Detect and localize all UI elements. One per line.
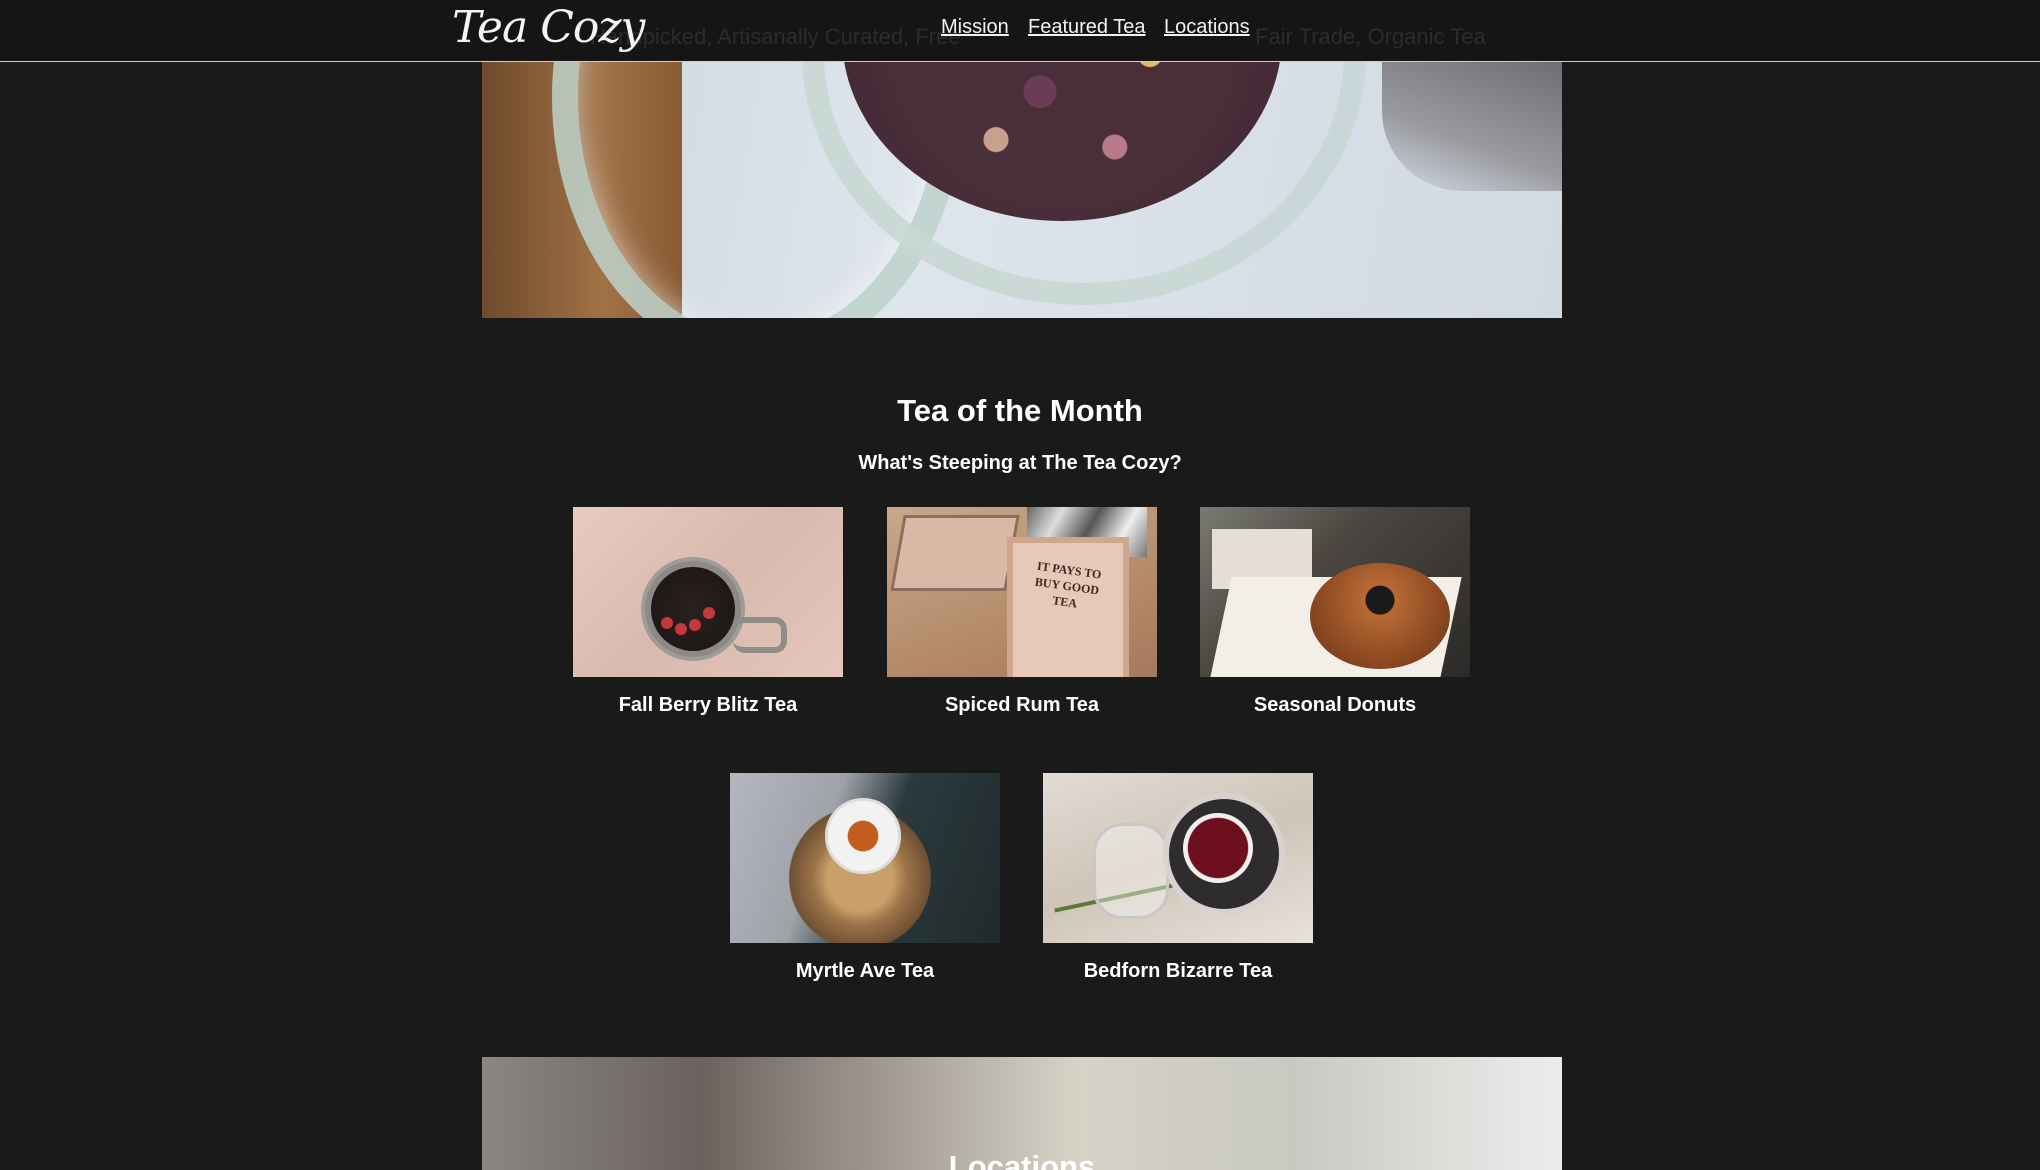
featured-section-subtitle: What's Steeping at The Tea Cozy? — [858, 452, 1182, 474]
spiced-rum-image: IT PAYS TO BUY GOOD TEA — [887, 507, 1157, 677]
tea-card-label: Fall Berry Blitz Tea — [618, 694, 798, 716]
box-stamp-text: IT PAYS TO BUY GOOD TEA — [1034, 558, 1103, 611]
tea-card-label: Spiced Rum Tea — [944, 694, 1100, 716]
myrtle-ave-image — [730, 773, 1000, 943]
nav-link-featured-tea[interactable]: Featured Tea — [1028, 16, 1146, 39]
tea-card-myrtle-ave[interactable]: Myrtle Ave Tea — [730, 773, 1000, 982]
featured-section-title: Tea of the Month — [897, 393, 1143, 428]
tea-card-label: Myrtle Ave Tea — [795, 960, 935, 982]
main-nav: Mission Featured Tea Locations — [0, 16, 2040, 46]
tea-card-spiced-rum[interactable]: IT PAYS TO BUY GOOD TEA Spiced Rum Tea — [887, 507, 1157, 716]
tea-card-fall-berry-blitz[interactable]: Fall Berry Blitz Tea — [573, 507, 843, 716]
tea-card-seasonal-donuts[interactable]: Seasonal Donuts — [1200, 507, 1470, 716]
locations-banner: Locations — [482, 1057, 1562, 1170]
tea-card-label: Seasonal Donuts — [1253, 694, 1417, 716]
hero-image-tea-jar — [482, 61, 1562, 318]
top-navigation-bar: Handpicked, Artisanally Curated, Free Fa… — [0, 0, 2040, 62]
hero-cloth — [1382, 61, 1562, 191]
tea-card-label: Bedforn Bizarre Tea — [1083, 960, 1273, 982]
tea-card-bedforn-bizarre[interactable]: Bedforn Bizarre Tea — [1043, 773, 1313, 982]
locations-title: Locations — [948, 1149, 1096, 1170]
nav-link-mission[interactable]: Mission — [941, 16, 1009, 39]
fall-berry-blitz-image — [573, 507, 843, 677]
bedforn-bizarre-image — [1043, 773, 1313, 943]
seasonal-donuts-image — [1200, 507, 1470, 677]
nav-link-locations[interactable]: Locations — [1164, 16, 1250, 39]
